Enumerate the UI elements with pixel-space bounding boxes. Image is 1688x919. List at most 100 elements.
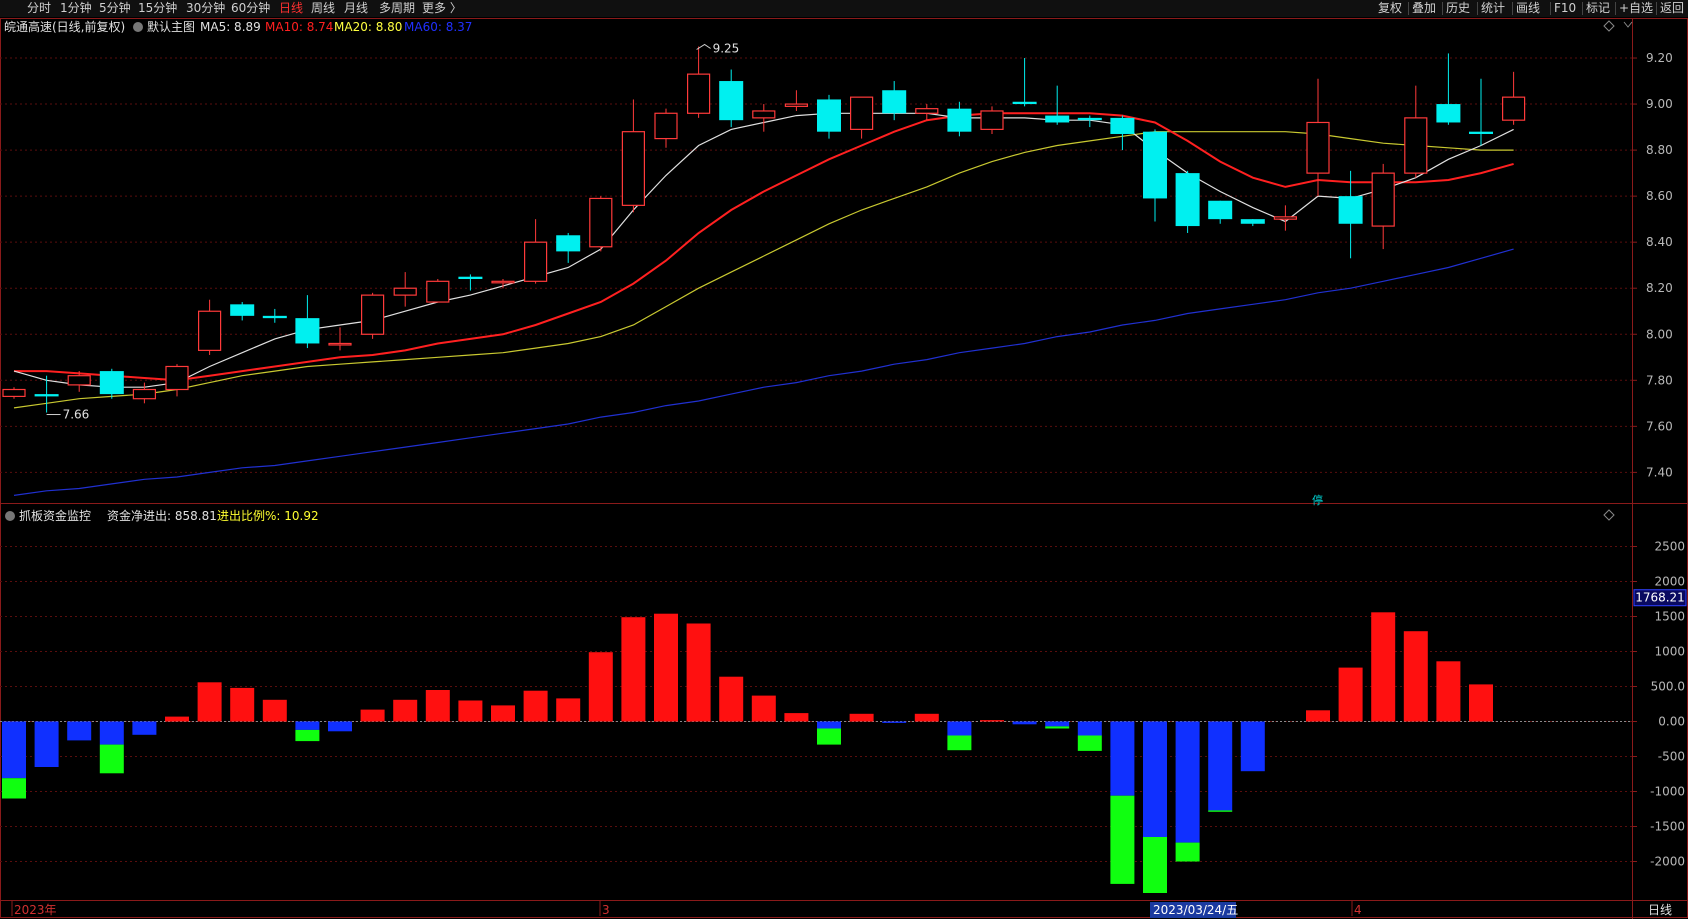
flow-bar-inner [393, 699, 418, 722]
flow-bar-outer [1208, 810, 1233, 812]
candle-body [654, 112, 678, 140]
sub-y-tick-label: -1000 [1650, 785, 1685, 799]
stock-chart: 9.20 9.00 8.80 8.60 8.40 8.20 8.00 7.80 7.60 7.40… [0, 18, 1688, 919]
candle-body [1143, 131, 1167, 199]
chevron-down-icon [1623, 21, 1633, 28]
flow-bar-inner [621, 617, 646, 722]
sub-y-tick-label: -2000 [1650, 855, 1685, 869]
flow-bar-inner [719, 676, 744, 722]
flow-bar-inner [1208, 721, 1233, 811]
flow-bar-inner [523, 690, 548, 722]
candle-body [34, 394, 59, 397]
main-y-tick-label: 8.20 [1646, 281, 1673, 295]
flow-bar-inner [1240, 721, 1265, 772]
flow-bar-inner [295, 721, 320, 730]
flow-bar-inner [165, 716, 189, 722]
ma-label-2: MA20: 8.80 [334, 20, 402, 34]
ma10-line [14, 112, 1514, 382]
flow-bar-inner [1436, 661, 1461, 722]
date-label-2: 2023/03/24/五 [1153, 903, 1238, 917]
candle-body [1012, 101, 1037, 105]
candle-body [752, 110, 776, 119]
flow-bar-inner [686, 623, 711, 722]
flow-bar-inner [1403, 631, 1428, 722]
flow-bar-inner [1143, 721, 1167, 837]
flow-bar-inner [34, 721, 59, 767]
sub-y-tick-label: 500.0 [1651, 680, 1685, 694]
main-y-tick-label: 8.40 [1646, 235, 1673, 249]
candle-body [458, 276, 483, 280]
high-marker-label: 9.25 [713, 42, 740, 56]
candle-body [1208, 200, 1233, 220]
candle-body [426, 280, 450, 303]
flow-bar-outer [1143, 837, 1167, 893]
diamond-icon [1603, 20, 1615, 32]
flow-bar-inner [1045, 721, 1070, 727]
flow-bar-inner [556, 698, 581, 722]
flow-bar-outer [1110, 795, 1135, 884]
flow-bar-inner [1371, 612, 1396, 722]
flow-bar-outer [817, 728, 841, 745]
flow-bar-inner [914, 713, 939, 722]
current-value-tag: 1768.21 [1635, 591, 1685, 605]
flow-bar-inner [132, 721, 157, 735]
main-y-tick-label: 8.00 [1646, 327, 1673, 341]
main-y-tick-label: 9.00 [1646, 97, 1673, 111]
flow-bar-inner [1012, 721, 1037, 725]
candle-body [230, 304, 255, 316]
main-y-tick-label: 7.40 [1646, 465, 1673, 479]
flow-bar-inner [784, 713, 809, 722]
sub-y-tick-label: 2000 [1654, 575, 1685, 589]
candle-body [1338, 196, 1363, 224]
candle-body [980, 110, 1004, 130]
candle-body [784, 103, 809, 107]
sub-y-tick-label: -1500 [1650, 820, 1685, 834]
flow-bar-inner [328, 721, 352, 732]
candle-body [328, 342, 352, 346]
flow-bar-inner [1469, 684, 1493, 722]
candle-body [882, 90, 907, 114]
template-dropdown-icon [133, 22, 143, 32]
candle-body [1110, 117, 1135, 134]
candle-body [817, 99, 841, 132]
ma5-line [13, 112, 1514, 388]
candle-body [1436, 104, 1461, 123]
flow-bar-inner [67, 721, 92, 741]
candle-body [719, 81, 744, 121]
candle-body [67, 375, 91, 386]
candle-body [589, 197, 613, 248]
flow-bar-outer [99, 744, 124, 774]
flow-bar-outer [1077, 735, 1102, 751]
candle-body [915, 108, 939, 114]
flow-bar-inner [817, 721, 841, 729]
flow-bar-inner [1110, 721, 1135, 796]
ma20-line [13, 131, 1514, 409]
main-y-tick-label: 7.80 [1646, 373, 1673, 387]
flow-bar-outer [295, 729, 320, 742]
candle-body [1077, 117, 1102, 121]
ma-label-3: MA60: 8.37 [404, 20, 472, 34]
candle-body [1045, 115, 1070, 123]
candle-body [198, 310, 222, 351]
date-label-3: 4 [1354, 903, 1362, 917]
flow-bar-outer [2, 778, 26, 799]
candle-body [1240, 219, 1265, 224]
flow-bar-inner [1077, 721, 1102, 736]
candle-body [295, 318, 320, 344]
flow-bar-inner [751, 695, 776, 722]
main-y-tick-label: 8.80 [1646, 143, 1673, 157]
net-flow-label: 资金净进出: 858.81 [107, 508, 217, 523]
candle-body [99, 371, 124, 395]
flow-bar-inner [654, 613, 678, 722]
flow-bar-inner [2, 721, 26, 779]
template-label: 默认主图 [147, 19, 195, 34]
candle-body [393, 287, 417, 296]
sub-y-tick-label: 1000 [1654, 645, 1685, 659]
candle-body [1273, 216, 1298, 220]
flow-bar-inner [230, 687, 255, 722]
candle-body [165, 365, 189, 391]
main-y-tick-label: 9.20 [1646, 51, 1673, 65]
flow-bar-inner [491, 705, 515, 722]
ma-label-0: MA5: 8.89 [200, 20, 261, 34]
low-marker-label: 7.66 [63, 408, 90, 422]
